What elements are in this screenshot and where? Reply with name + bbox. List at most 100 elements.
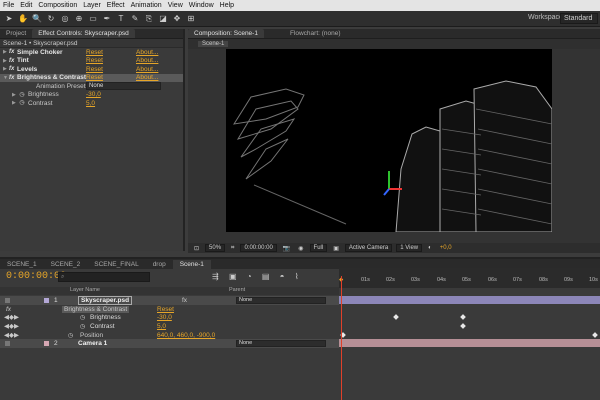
zoom-tool-icon[interactable]: 🔍 — [32, 14, 42, 24]
reset-link[interactable]: Reset — [157, 306, 174, 313]
property-value[interactable]: 640,0, 460,0, -900,0 — [157, 332, 215, 339]
about-link[interactable]: About... — [136, 57, 158, 64]
keyframe-nav-icon[interactable]: ◀◆▶ — [4, 322, 19, 330]
stopwatch-icon[interactable]: ◷ — [80, 314, 85, 321]
visibility-icon[interactable] — [5, 298, 10, 303]
tab-drop[interactable]: drop — [146, 260, 173, 269]
keyframe-icon[interactable] — [592, 332, 598, 338]
pen-tool-icon[interactable]: ✒ — [102, 14, 112, 24]
text-tool-icon[interactable]: T — [116, 14, 126, 24]
shy-icon[interactable]: ◔ — [247, 272, 256, 281]
pan-behind-tool-icon[interactable]: ⊕ — [74, 14, 84, 24]
layer-search-input[interactable]: ⌕ — [58, 272, 150, 282]
tab-scene-1-comp[interactable]: Scene-1 — [172, 260, 211, 269]
roi-icon[interactable]: ▣ — [331, 245, 341, 252]
keyframe-nav-icon[interactable]: ◀◆▶ — [4, 313, 19, 321]
layer-name[interactable]: Skyscraper.psd — [78, 295, 133, 305]
draft-3d-icon[interactable]: ▣ — [229, 272, 241, 281]
reset-link[interactable]: Reset — [86, 57, 103, 64]
column-parent[interactable]: Parent — [229, 287, 245, 293]
rotate-tool-icon[interactable]: ↻ — [46, 14, 56, 24]
exposure-value[interactable]: +0,0 — [438, 245, 454, 251]
view-layout-select[interactable]: 1 View — [396, 244, 423, 252]
clone-tool-icon[interactable]: ⎘ — [144, 14, 154, 24]
channel-icon[interactable]: ◉ — [296, 245, 305, 252]
menu-effect[interactable]: Effect — [107, 2, 125, 9]
stopwatch-icon[interactable]: ◷ — [18, 98, 26, 108]
presets-dropdown[interactable]: None — [86, 82, 161, 90]
parent-dropdown[interactable]: None — [236, 340, 326, 347]
exposure-icon[interactable]: ◐ — [426, 245, 434, 251]
stopwatch-icon[interactable]: ◷ — [80, 323, 85, 330]
effect-row[interactable]: ▶ fx Simple Choker Reset About... — [0, 48, 183, 57]
tab-project[interactable]: Project — [0, 29, 32, 38]
grid-toggle-icon[interactable]: ⌗ — [229, 245, 236, 252]
keyframe-icon[interactable] — [393, 314, 399, 320]
current-time-indicator[interactable] — [341, 276, 342, 400]
menu-file[interactable]: File — [3, 2, 14, 9]
layer-duration-bar[interactable] — [339, 296, 600, 304]
effect-row[interactable]: ▶ fx Levels Reset About... — [0, 65, 183, 74]
composition-viewer[interactable] — [226, 49, 552, 232]
about-link[interactable]: About... — [136, 66, 158, 73]
zoom-select[interactable]: 50% — [205, 244, 226, 252]
current-time[interactable]: 0:00:00:00 — [240, 244, 277, 252]
layer-duration-bar[interactable] — [339, 339, 600, 347]
menu-view[interactable]: View — [168, 2, 183, 9]
property-value[interactable]: 5,0 — [157, 323, 166, 330]
timeline-timecode[interactable]: 0:00:00:00 — [6, 271, 66, 282]
fx-switch-icon[interactable]: fx — [182, 297, 187, 304]
menu-edit[interactable]: Edit — [20, 2, 32, 9]
about-link[interactable]: About... — [136, 74, 158, 81]
effect-name[interactable]: Brightness & Contrast — [62, 305, 130, 313]
effect-row[interactable]: ▶ fx Tint Reset About... — [0, 57, 183, 66]
fx-icon[interactable]: fx — [9, 75, 17, 81]
reset-link[interactable]: Reset — [86, 74, 103, 81]
about-link[interactable]: About... — [136, 49, 158, 56]
time-ruler[interactable]: ◆ 01s 02s 03s 04s 05s 06s 07s 08s 09s 10… — [339, 268, 600, 288]
stopwatch-icon[interactable]: ◷ — [68, 332, 73, 339]
tab-scene-1[interactable]: SCENE_1 — [0, 260, 44, 269]
brightness-value[interactable]: -30,0 — [86, 91, 101, 98]
parent-dropdown[interactable]: None — [236, 297, 326, 304]
motion-blur-icon[interactable]: ◓ — [280, 272, 289, 281]
camera-select[interactable]: Active Camera — [344, 244, 393, 252]
layer-row[interactable]: 1 Skyscraper.psd fx None — [0, 295, 339, 305]
workspace-select[interactable]: Standard — [560, 13, 598, 24]
menu-help[interactable]: Help — [220, 2, 234, 9]
hand-tool-icon[interactable]: ✋ — [18, 14, 28, 24]
snapshot-icon[interactable]: 📷 — [281, 245, 292, 252]
reset-link[interactable]: Reset — [86, 49, 103, 56]
visibility-icon[interactable] — [5, 341, 10, 346]
rectangle-tool-icon[interactable]: ▭ — [88, 14, 98, 24]
tab-composition[interactable]: Composition: Scene-1 — [188, 29, 264, 38]
reset-link[interactable]: Reset — [86, 66, 103, 73]
selection-tool-icon[interactable]: ➤ — [4, 14, 14, 24]
always-preview-icon[interactable]: ⊡ — [192, 245, 201, 252]
tab-effect-controls[interactable]: Effect Controls: Skyscraper.psd — [32, 29, 135, 38]
contrast-value[interactable]: 5,0 — [86, 100, 95, 107]
tab-scene-final[interactable]: SCENE_FINAL — [87, 260, 145, 269]
tab-scene[interactable]: Scene-1 — [198, 41, 229, 47]
layer-name[interactable]: Camera 1 — [78, 340, 107, 347]
camera-tool-icon[interactable]: ◎ — [60, 14, 70, 24]
label-color-icon[interactable] — [44, 341, 49, 346]
tab-flowchart[interactable]: Flowchart: (none) — [284, 29, 347, 38]
brush-tool-icon[interactable]: ✎ — [130, 14, 140, 24]
comp-mini-flowchart-icon[interactable]: ⇶ — [212, 272, 223, 281]
keyframe-icon[interactable] — [460, 323, 466, 329]
eraser-tool-icon[interactable]: ◪ — [158, 14, 168, 24]
label-color-icon[interactable] — [44, 298, 49, 303]
resolution-select[interactable]: Full — [309, 244, 328, 252]
layer-row[interactable]: 2 Camera 1 None — [0, 339, 339, 348]
axis-mode-icon[interactable]: ⊞ — [186, 14, 196, 24]
tab-scene-2[interactable]: SCENE_2 — [44, 260, 88, 269]
fx-icon[interactable]: fx — [9, 58, 17, 64]
property-value[interactable]: -30,0 — [157, 314, 172, 321]
frame-blend-icon[interactable]: ▤ — [262, 272, 274, 281]
effect-row-selected[interactable]: ▼ fx Brightness & Contrast Reset About..… — [0, 73, 183, 82]
menu-layer[interactable]: Layer — [83, 2, 101, 9]
puppet-tool-icon[interactable]: ✥ — [172, 14, 182, 24]
menu-animation[interactable]: Animation — [131, 2, 162, 9]
fx-icon[interactable]: fx — [9, 49, 17, 55]
